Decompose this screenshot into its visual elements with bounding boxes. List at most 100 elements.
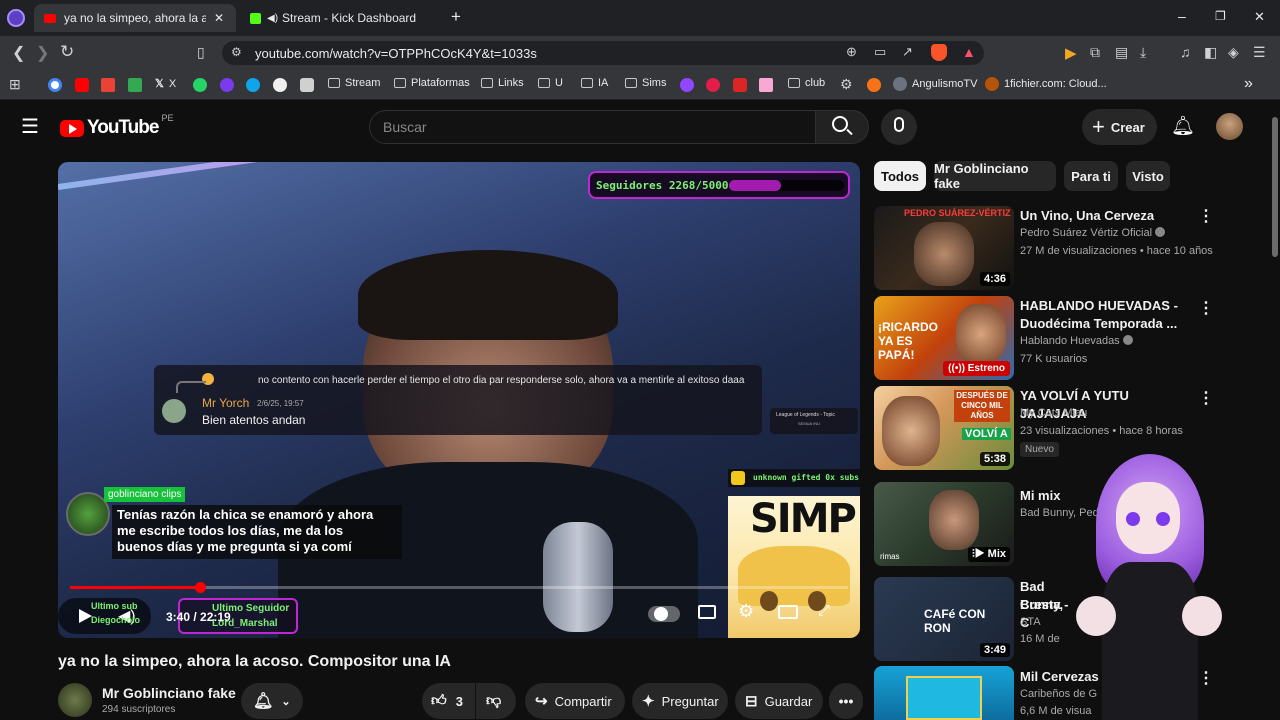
related-thumbnail[interactable]: ¡RICARDO YA ES PAPÁ! ((•)) Estreno <box>874 296 1014 380</box>
more-options-icon[interactable]: ⋮ <box>1198 388 1214 408</box>
sidebar-icon[interactable]: ◧ <box>1204 44 1217 61</box>
video-progress-bar[interactable] <box>70 586 848 589</box>
chip-channel[interactable]: Mr Goblinciano fake <box>934 161 1056 191</box>
forward-icon[interactable]: ❯ <box>36 43 49 63</box>
twitch-icon[interactable] <box>680 78 694 92</box>
dislike-button[interactable]: 👎︎ <box>476 683 516 719</box>
ask-button[interactable]: ✦ Preguntar <box>632 683 728 719</box>
search-input[interactable]: Buscar <box>383 119 427 135</box>
close-window-button[interactable]: ✕ <box>1254 9 1265 25</box>
edge-icon[interactable] <box>246 78 260 92</box>
reading-list-icon[interactable]: ▤ <box>1115 44 1128 61</box>
page-scrollbar[interactable] <box>1270 101 1280 720</box>
fullscreen-icon[interactable]: ⤢ <box>818 602 830 619</box>
tab-youtube[interactable]: ya no la simpeo, ahora la acoso. ✕ <box>34 4 236 32</box>
related-title[interactable]: Un Vino, Una Cerveza <box>1020 207 1190 225</box>
related-thumbnail[interactable]: PEDRO SUÁREZ-VÉRTIZ 4:36 <box>874 206 1014 290</box>
bookmark-angulismotv[interactable]: AngulismoTV <box>893 77 977 91</box>
more-options-icon[interactable]: ⋮ <box>1198 206 1214 226</box>
channel-name[interactable]: Mr Goblinciano fake <box>102 685 236 701</box>
search-button[interactable] <box>815 110 869 144</box>
browser-profile-icon[interactable] <box>7 9 25 27</box>
related-channel[interactable]: Pedro Suárez Vértiz Oficial <box>1020 227 1166 239</box>
scrollbar-thumb[interactable] <box>1272 117 1278 257</box>
bookmark-1fichier[interactable]: 1fichier.com: Cloud... <box>985 77 1107 91</box>
brave-rewards-icon[interactable]: ▲ <box>962 44 976 60</box>
create-button[interactable]: + Crear <box>1082 109 1157 145</box>
related-thumbnail[interactable] <box>874 666 1014 720</box>
share-url-icon[interactable]: ↗ <box>902 44 913 60</box>
subtitles-icon[interactable] <box>698 605 716 619</box>
youtube-bookmark-icon[interactable] <box>75 78 89 92</box>
maximize-button[interactable]: ❐ <box>1215 9 1226 23</box>
cast-icon[interactable]: ▭ <box>874 44 886 60</box>
bookmark-folder-links[interactable]: Links <box>481 77 524 89</box>
vpn-icon[interactable]: ◈ <box>1228 44 1239 61</box>
heart-icon[interactable] <box>706 78 720 92</box>
bookmark-folder-sims[interactable]: Sims <box>625 77 666 89</box>
related-channel[interactable]: STA <box>1020 616 1041 628</box>
related-channel[interactable]: My Cats Miau <box>1020 407 1087 419</box>
download-icon[interactable]: ⤓ <box>1140 44 1146 61</box>
chip-todos[interactable]: Todos <box>874 161 926 191</box>
zoom-icon[interactable]: ⊕ <box>846 44 857 60</box>
progress-scrubber[interactable] <box>194 582 206 593</box>
bookmark-x[interactable]: 𝕏X <box>155 77 176 91</box>
hamburger-menu-icon[interactable]: ☰ <box>21 114 39 139</box>
orange-bookmark-icon[interactable] <box>867 78 881 92</box>
play-volume-pill[interactable]: ◀) Ultimo sub Diegocholo <box>58 598 151 634</box>
url-field[interactable]: ⚙ youtube.com/watch?v=OTPPhCOcK4Y&t=1033… <box>222 41 984 65</box>
back-icon[interactable]: ❮ <box>12 43 25 63</box>
bookmark-folder-stream[interactable]: Stream <box>328 77 380 89</box>
chatgpt-icon[interactable] <box>300 78 314 92</box>
bookmark-folder-plataformas[interactable]: Plataformas <box>394 77 470 89</box>
like-button[interactable]: 👍︎ 3 <box>422 683 475 719</box>
more-options-icon[interactable]: ⋮ <box>1198 298 1214 318</box>
media-icon[interactable]: ♫ <box>1180 44 1191 60</box>
app-bookmark-icon[interactable] <box>733 78 747 92</box>
settings-bookmark-icon[interactable]: ⚙ <box>840 76 853 93</box>
settings-gear-icon[interactable]: ⚙ <box>738 601 754 622</box>
apps-icon[interactable]: ⊞ <box>9 76 21 93</box>
chip-visto[interactable]: Visto <box>1126 161 1170 191</box>
related-thumbnail[interactable]: rimas ⫶▶ Mix <box>874 482 1014 566</box>
menu-icon[interactable]: ☰ <box>1253 44 1266 61</box>
notifications-bell-icon[interactable]: 🔔︎ <box>1171 114 1195 138</box>
bookmark-folder-u[interactable]: U <box>538 77 563 89</box>
more-actions-button[interactable]: ••• <box>829 683 863 719</box>
site-info-icon[interactable]: ⚙ <box>231 45 242 59</box>
bookmark-folder-ia[interactable]: IA <box>581 77 608 89</box>
bookmark-folder-club[interactable]: club <box>788 77 825 89</box>
whatsapp-icon[interactable] <box>193 78 207 92</box>
brave-shield-icon[interactable] <box>931 44 947 61</box>
video-player[interactable]: Seguidores 2268/5000 no contento con hac… <box>58 162 860 638</box>
minimize-button[interactable]: – <box>1178 8 1186 24</box>
chip-para-ti[interactable]: Para ti <box>1064 161 1118 191</box>
share-button[interactable]: ↪ Compartir <box>525 683 625 719</box>
close-tab-icon[interactable]: ✕ <box>214 11 224 25</box>
drive-icon[interactable] <box>128 78 142 92</box>
play-extension-icon[interactable]: ▶ <box>1065 44 1077 62</box>
bookmark-icon[interactable]: ▯ <box>197 44 205 61</box>
new-tab-button[interactable]: + <box>451 7 461 27</box>
avatar[interactable] <box>1216 113 1243 140</box>
related-title[interactable]: HABLANDO HUEVADAS - Duodécima Temporada … <box>1020 297 1190 333</box>
related-channel[interactable]: Hablando Huevadas <box>1020 335 1133 347</box>
gmail-icon[interactable] <box>101 78 115 92</box>
doc-bookmark-icon[interactable] <box>759 78 773 92</box>
profile-bookmark-icon[interactable] <box>220 78 234 92</box>
voice-search-button[interactable] <box>881 109 917 145</box>
save-button[interactable]: ⊟ Guardar <box>735 683 823 719</box>
tab-kick[interactable]: ◀) Stream - Kick Dashboard <box>240 4 436 32</box>
extensions-icon[interactable]: ⧉ <box>1090 44 1100 61</box>
youtube-logo[interactable]: YouTube PE <box>60 113 173 139</box>
subscribe-notification-button[interactable]: 🔔︎ ⌄ <box>241 683 303 719</box>
channel-avatar[interactable] <box>58 683 92 717</box>
related-thumbnail[interactable]: CAFé CON RON 3:49 <box>874 577 1014 661</box>
theater-mode-icon[interactable] <box>778 605 798 619</box>
search-box[interactable]: Buscar <box>369 110 816 144</box>
reload-icon[interactable]: ↻ <box>60 42 74 62</box>
google-icon[interactable] <box>48 78 62 92</box>
github-icon[interactable] <box>273 78 287 92</box>
related-thumbnail[interactable]: DESPUÉS DE CINCO MIL AÑOS VOLVÍ A 5:38 <box>874 386 1014 470</box>
